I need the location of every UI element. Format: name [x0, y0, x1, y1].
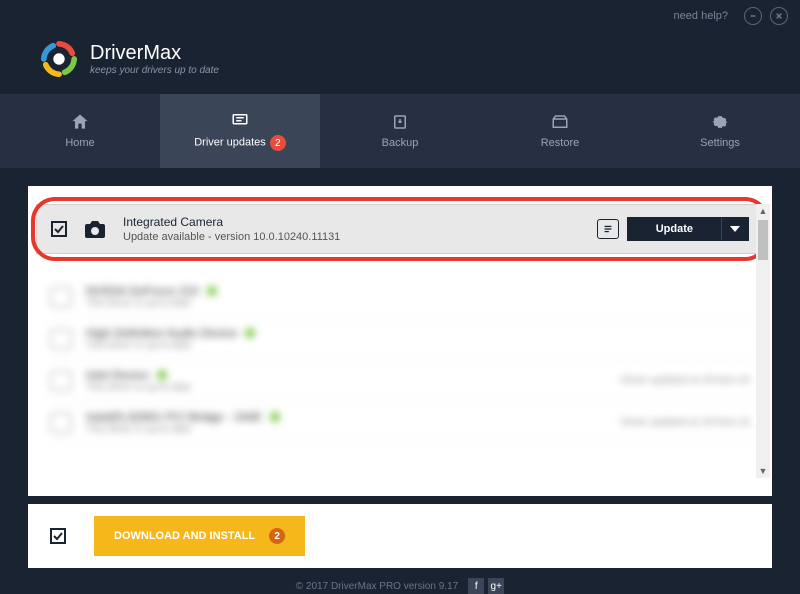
updates-icon	[230, 111, 250, 129]
nav-home[interactable]: Home	[0, 94, 160, 168]
nav-restore[interactable]: Restore	[480, 94, 640, 168]
brand-tagline: keeps your drivers up to date	[90, 65, 219, 76]
brand: DriverMax keeps your drivers up to date	[90, 42, 219, 76]
driver-info: Integrated Camera Update available - ver…	[123, 215, 597, 243]
driver-details-button[interactable]	[597, 219, 619, 239]
download-install-button[interactable]: DOWNLOAD AND INSTALL 2	[94, 516, 305, 556]
device-icon	[50, 371, 72, 391]
driver-checkbox[interactable]	[51, 221, 67, 237]
updates-badge: 2	[270, 135, 286, 151]
select-all-checkbox[interactable]	[50, 528, 66, 544]
list-item: NVIDIA GeForce 210This driver is up-to-d…	[50, 276, 750, 318]
driver-row-highlighted: Integrated Camera Update available - ver…	[36, 204, 764, 254]
social-links: f g+	[468, 578, 504, 594]
driver-status: Update available - version 10.0.10240.11…	[123, 231, 597, 243]
nav-backup[interactable]: Backup	[320, 94, 480, 168]
nav-label: Home	[65, 137, 94, 149]
update-button[interactable]: Update	[627, 217, 749, 241]
gear-icon	[710, 113, 730, 131]
blurred-driver-list: NVIDIA GeForce 210This driver is up-to-d…	[36, 276, 764, 444]
minimize-button[interactable]	[744, 7, 762, 25]
list-item: Intel(R) 82801 PCI Bridge - 244EThis dri…	[50, 402, 750, 444]
close-button[interactable]	[770, 7, 788, 25]
driver-name: Integrated Camera	[123, 215, 597, 229]
device-icon	[50, 287, 72, 307]
backup-icon	[390, 113, 410, 131]
scrollbar[interactable]: ▲ ▼	[756, 204, 770, 478]
download-badge: 2	[269, 528, 285, 544]
driver-list-panel: Integrated Camera Update available - ver…	[28, 186, 772, 496]
restore-icon	[550, 113, 570, 131]
brand-name: DriverMax	[90, 42, 219, 65]
nav-settings[interactable]: Settings	[640, 94, 800, 168]
titlebar: need help?	[0, 0, 800, 32]
scroll-down-icon[interactable]: ▼	[756, 464, 770, 478]
app-logo-icon	[40, 40, 78, 78]
device-icon	[50, 329, 72, 349]
list-item: High Definition Audio DeviceThis driver …	[50, 318, 750, 360]
list-item: Intel DeviceThis driver is up-to-date Dr…	[50, 360, 750, 402]
google-plus-icon[interactable]: g+	[488, 578, 504, 594]
nav-label: Backup	[382, 137, 419, 149]
device-icon	[50, 413, 72, 433]
home-icon	[70, 113, 90, 131]
nav-label: Driver updates2	[194, 135, 286, 151]
scroll-thumb[interactable]	[758, 220, 768, 260]
nav-label: Restore	[541, 137, 580, 149]
scroll-up-icon[interactable]: ▲	[756, 204, 770, 218]
copyright: © 2017 DriverMax PRO version 9.17	[296, 581, 458, 592]
footer: © 2017 DriverMax PRO version 9.17 f g+	[0, 578, 800, 594]
update-button-dropdown[interactable]	[722, 218, 748, 240]
nav-driver-updates[interactable]: Driver updates2	[160, 94, 320, 168]
update-button-main[interactable]: Update	[628, 218, 722, 240]
camera-icon	[81, 218, 109, 240]
bottom-bar: DOWNLOAD AND INSTALL 2	[28, 504, 772, 568]
nav-label: Settings	[700, 137, 740, 149]
facebook-icon[interactable]: f	[468, 578, 484, 594]
main-nav: Home Driver updates2 Backup Restore Sett…	[0, 94, 800, 168]
download-label: DOWNLOAD AND INSTALL	[114, 530, 255, 542]
help-link[interactable]: need help?	[674, 10, 728, 22]
app-header: DriverMax keeps your drivers up to date	[0, 32, 800, 94]
